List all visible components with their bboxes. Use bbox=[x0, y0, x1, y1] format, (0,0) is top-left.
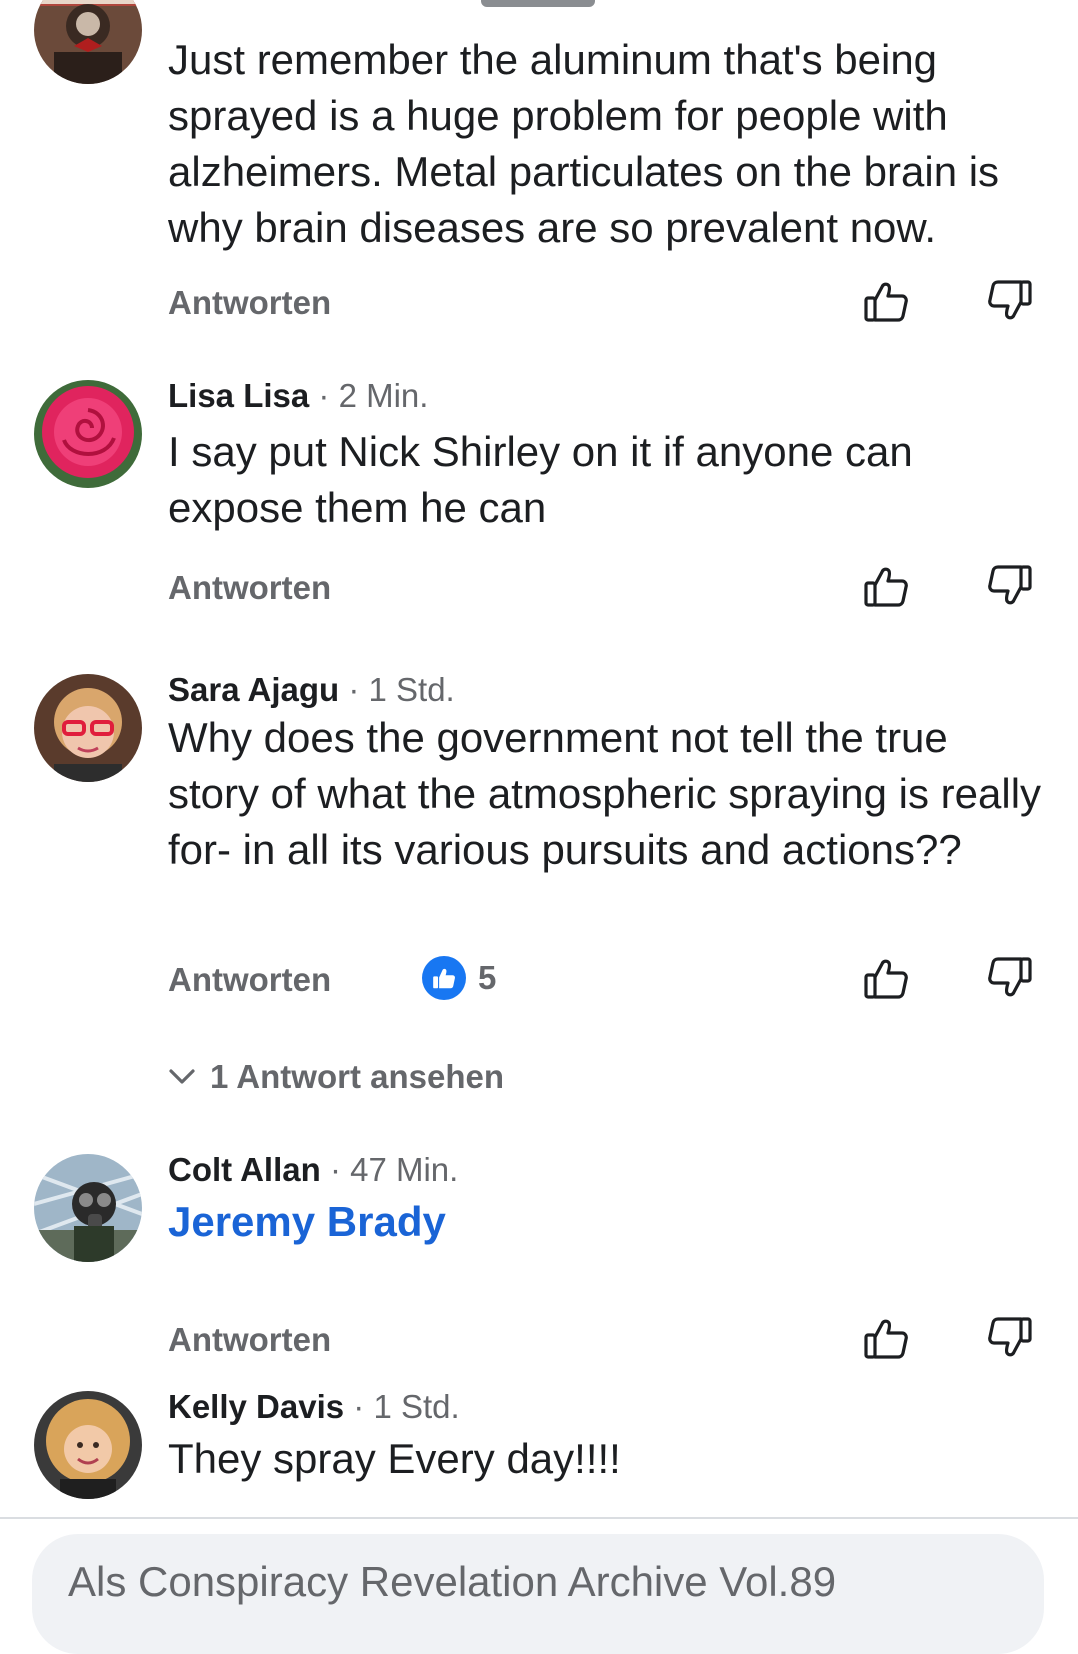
avatar[interactable] bbox=[34, 1154, 142, 1262]
comment-actions: Antworten bbox=[0, 562, 1078, 612]
meta-separator: · bbox=[309, 377, 339, 414]
comment-composer[interactable]: Als Conspiracy Revelation Archive Vol.89 bbox=[32, 1534, 1044, 1654]
comment-actions: Antworten 5 bbox=[0, 954, 1078, 1004]
comment-meta: Lisa Lisa · 2 Min. bbox=[168, 376, 428, 416]
thumbs-down-outline-icon[interactable] bbox=[986, 562, 1034, 610]
author-name[interactable]: Sara Ajagu bbox=[168, 671, 339, 708]
drag-handle[interactable] bbox=[481, 0, 595, 7]
chevron-down-icon bbox=[169, 1069, 195, 1084]
avatar[interactable] bbox=[34, 0, 142, 84]
meta-separator: · bbox=[320, 1151, 351, 1188]
comment-meta: Colt Allan · 47 Min. bbox=[168, 1150, 458, 1190]
comment-time[interactable]: 1 Std. bbox=[373, 1388, 459, 1425]
avatar-image-icon bbox=[34, 0, 142, 84]
reply-button[interactable]: Antworten bbox=[168, 283, 331, 323]
rose-avatar-icon bbox=[34, 380, 142, 488]
comment-text: I say put Nick Shirley on it if anyone c… bbox=[168, 428, 913, 531]
meta-separator: · bbox=[344, 1388, 374, 1425]
thumbs-down-outline-icon[interactable] bbox=[986, 1314, 1034, 1362]
avatar[interactable] bbox=[34, 1391, 142, 1499]
thumbs-up-outline-icon[interactable] bbox=[862, 562, 910, 610]
comment-actions: Antworten bbox=[0, 277, 1078, 327]
author-name[interactable]: Kelly Davis bbox=[168, 1388, 344, 1425]
like-reaction-icon bbox=[422, 956, 466, 1000]
thumbs-down-outline-icon[interactable] bbox=[986, 954, 1034, 1002]
comment-meta: Kelly Davis · 1 Std. bbox=[168, 1387, 460, 1427]
thumbs-up-outline-icon[interactable] bbox=[862, 954, 910, 1002]
comment-text: They spray Every day!!!! bbox=[168, 1435, 621, 1482]
avatar[interactable] bbox=[34, 380, 142, 488]
comment-time[interactable]: 47 Min. bbox=[350, 1151, 458, 1188]
reply-button[interactable]: Antworten bbox=[168, 960, 331, 1000]
mentioned-user-link[interactable]: Jeremy Brady bbox=[168, 1194, 1048, 1250]
author-name[interactable]: Colt Allan bbox=[168, 1151, 321, 1188]
thumbs-down-outline-icon[interactable] bbox=[986, 277, 1034, 325]
gas-mask-avatar-icon bbox=[34, 1154, 142, 1262]
reaction-count: 5 bbox=[478, 959, 497, 996]
reaction-summary[interactable]: 5 bbox=[422, 954, 496, 1002]
meta-separator: · bbox=[339, 671, 369, 708]
reply-button[interactable]: Antworten bbox=[168, 1320, 331, 1360]
comment-actions: Antworten bbox=[0, 1314, 1078, 1364]
comment-time[interactable]: 1 Std. bbox=[369, 671, 455, 708]
comment-meta: Sara Ajagu · 1 Std. bbox=[168, 670, 455, 710]
person-avatar-icon bbox=[34, 674, 142, 782]
comment-text: Just remember the aluminum that's being … bbox=[168, 36, 1000, 251]
view-replies-button[interactable]: 1 Antwort ansehen bbox=[168, 1057, 504, 1097]
person-avatar-icon bbox=[34, 1391, 142, 1499]
thumbs-up-outline-icon[interactable] bbox=[862, 1314, 910, 1362]
author-name[interactable]: Lisa Lisa bbox=[168, 377, 309, 414]
reply-button[interactable]: Antworten bbox=[168, 568, 331, 608]
avatar[interactable] bbox=[34, 674, 142, 782]
view-replies-label: 1 Antwort ansehen bbox=[210, 1058, 504, 1095]
comment-time[interactable]: 2 Min. bbox=[339, 377, 429, 414]
composer-placeholder[interactable]: Als Conspiracy Revelation Archive Vol.89 bbox=[68, 1556, 836, 1608]
composer-divider bbox=[0, 1517, 1078, 1519]
thumbs-up-outline-icon[interactable] bbox=[862, 277, 910, 325]
comment-text: Why does the government not tell the tru… bbox=[168, 714, 1042, 873]
